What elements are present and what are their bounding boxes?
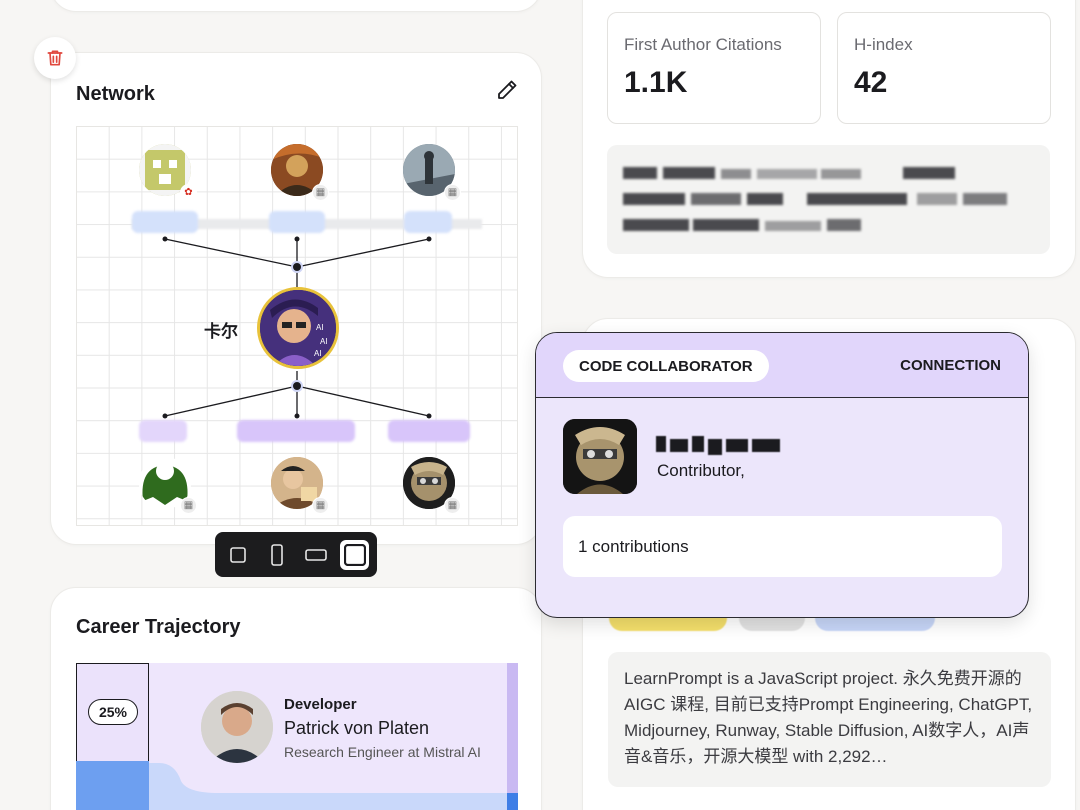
previous-card xyxy=(50,0,542,12)
landscape-view-button[interactable] xyxy=(301,540,330,570)
percent-column-fill xyxy=(76,761,149,810)
career-card: Career Trajectory 25% Developer Patrick … xyxy=(50,587,542,810)
svg-text:AI: AI xyxy=(314,349,322,358)
developer-subtitle: Research Engineer at Mistral AI xyxy=(284,744,481,760)
developer-avatar[interactable] xyxy=(201,691,273,763)
contributions-count: 1 contributions xyxy=(563,516,1002,577)
edit-icon[interactable] xyxy=(495,78,519,102)
percent-badge: 25% xyxy=(88,699,138,725)
career-title: Career Trajectory xyxy=(76,616,241,638)
node-label-redacted xyxy=(139,420,187,442)
trash-icon xyxy=(47,50,63,66)
citations-label: First Author Citations xyxy=(624,35,782,54)
collaborator-name-redacted xyxy=(656,433,782,455)
node-label-redacted xyxy=(404,211,452,233)
network-graph[interactable]: ✿ ▦ ▦ 卡尔 AI AI AI ▦ ▦ ▦ xyxy=(76,126,518,526)
building-icon: ▦ xyxy=(444,497,461,514)
popup-header: CODE COLLABORATOR CONNECTION xyxy=(536,333,1028,398)
hindex-stat: H-index 42 xyxy=(837,12,1051,124)
developer-name[interactable]: Patrick von Platen xyxy=(284,718,429,739)
career-wave xyxy=(149,763,518,810)
citations-value: 1.1K xyxy=(624,66,688,99)
node-label-redacted xyxy=(237,420,355,442)
hindex-value: 42 xyxy=(854,66,888,99)
svg-text:AI: AI xyxy=(320,337,328,346)
building-icon: ▦ xyxy=(180,497,197,514)
company-logo-icon: ✿ xyxy=(180,184,197,201)
node-label-redacted xyxy=(388,420,470,442)
center-node-avatar[interactable]: AI AI AI xyxy=(257,287,339,369)
collaborator-avatar[interactable] xyxy=(563,419,637,494)
hindex-label: H-index xyxy=(854,35,913,54)
building-icon: ▦ xyxy=(312,184,329,201)
delete-button[interactable] xyxy=(34,37,76,79)
citations-stat: First Author Citations 1.1K xyxy=(607,12,821,124)
small-square-view-button[interactable] xyxy=(223,540,252,570)
node-label-redacted xyxy=(269,211,325,233)
stats-card: First Author Citations 1.1K H-index 42 xyxy=(582,0,1076,278)
connection-label: CONNECTION xyxy=(900,357,1001,374)
building-icon: ▦ xyxy=(444,184,461,201)
large-square-view-button[interactable] xyxy=(340,539,369,570)
career-timeline: 25% Developer Patrick von Platen Researc… xyxy=(76,663,518,810)
repo-description: LearnPrompt is a JavaScript project. 永久免… xyxy=(608,652,1051,787)
redacted-summary xyxy=(607,145,1050,254)
network-card: Network ✿ ▦ ▦ 卡尔 AI AI AI ▦ ▦ ▦ xyxy=(50,52,542,545)
collaborator-role: Contributor, xyxy=(657,461,745,480)
svg-text:AI: AI xyxy=(316,323,324,332)
view-size-toolbar xyxy=(215,532,377,577)
developer-role: Developer xyxy=(284,696,357,713)
collaborator-popup: CODE COLLABORATOR CONNECTION Contributor… xyxy=(535,332,1029,618)
portrait-view-button[interactable] xyxy=(262,540,291,570)
repo-description-text: LearnPrompt is a JavaScript project. 永久免… xyxy=(624,669,1033,766)
collaborator-type-badge: CODE COLLABORATOR xyxy=(563,350,769,382)
network-title: Network xyxy=(76,83,155,105)
building-icon: ▦ xyxy=(312,497,329,514)
career-segment-edge xyxy=(507,663,518,810)
node-label-redacted xyxy=(132,211,198,233)
career-segment-edge xyxy=(507,793,518,810)
center-node-name: 卡尔 xyxy=(204,322,238,341)
